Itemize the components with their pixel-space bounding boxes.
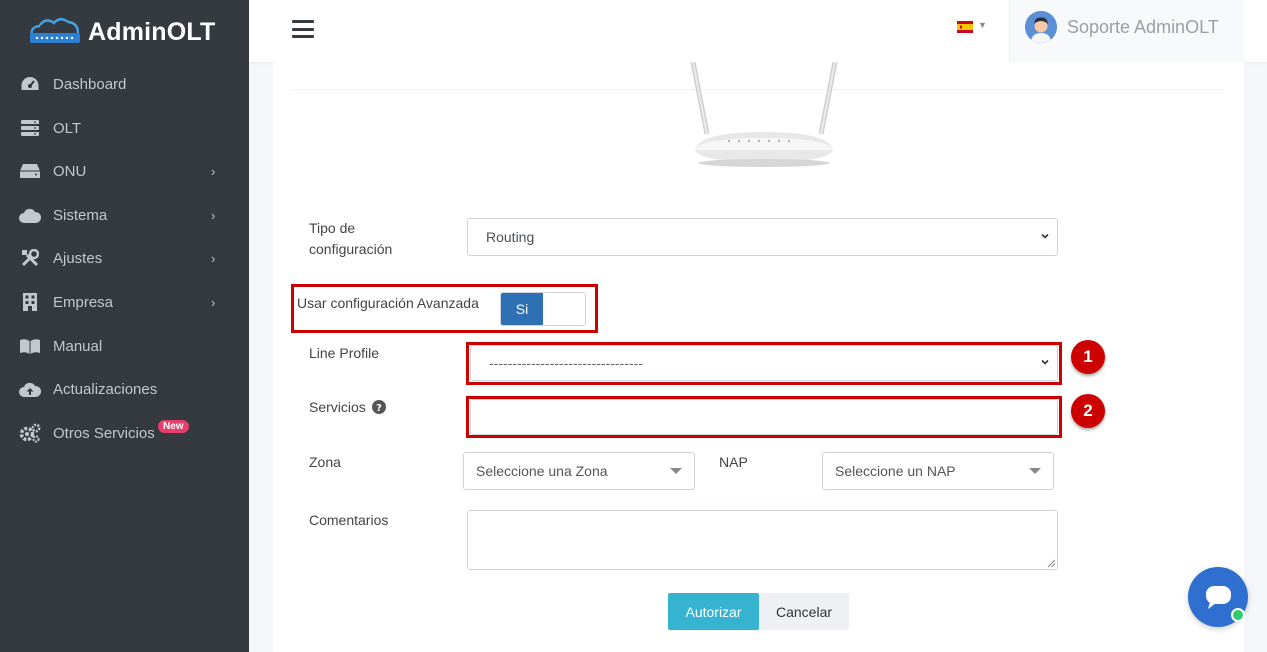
sidebar-item-label: Dashboard: [53, 75, 127, 93]
chevron-down-icon: [1041, 233, 1049, 239]
resize-handle-icon[interactable]: [1047, 559, 1055, 567]
sidebar-item-label: ONU: [53, 162, 87, 180]
authorize-button[interactable]: Autorizar: [668, 593, 759, 630]
user-name: Soporte AdminOLT: [1067, 17, 1219, 37]
help-icon[interactable]: ?: [371, 400, 386, 414]
line-profile-label: Line Profile: [309, 345, 380, 361]
toggle-on-label: Si: [501, 293, 543, 325]
chevron-down-icon[interactable]: ▼: [978, 20, 987, 30]
comentarios-label: Comentarios: [309, 512, 389, 528]
sidebar-item-label: Sistema: [53, 206, 108, 224]
caret-down-icon: [670, 468, 682, 474]
book-icon: [19, 335, 41, 357]
hdd-icon: [19, 160, 41, 182]
cloud-upload-icon: [19, 378, 41, 400]
caret-down-icon: [1029, 468, 1041, 474]
new-badge: New: [158, 420, 189, 433]
cloud-icon: [19, 204, 41, 226]
sidebar-item-label: Otros Servicios: [53, 424, 155, 442]
chevron-right-icon: ›: [211, 250, 216, 266]
onu-authorization-card: Tipo de configuración Routing Usar confi…: [273, 62, 1244, 652]
advanced-config-toggle[interactable]: Si: [500, 292, 586, 326]
sidebar-item-olt[interactable]: OLT: [0, 108, 249, 148]
dashboard-icon: [19, 73, 41, 95]
sidebar-item-empresa[interactable]: Empresa ›: [0, 282, 249, 322]
line-profile-select[interactable]: ---------------------------------: [470, 345, 1058, 381]
user-menu[interactable]: Soporte AdminOLT: [1009, 0, 1244, 62]
servicios-label: Servicios ?: [309, 397, 386, 418]
nap-label: NAP: [719, 454, 748, 470]
sidebar-item-actualizaciones[interactable]: Actualizaciones: [0, 369, 249, 409]
annotation-marker-1: 1: [1071, 340, 1105, 374]
cogs-icon: [19, 422, 41, 444]
chevron-right-icon: ›: [211, 207, 216, 223]
sidebar-item-sistema[interactable]: Sistema ›: [0, 195, 249, 235]
zona-select[interactable]: Seleccione una Zona: [463, 452, 695, 490]
topbar: ▼ Soporte AdminOLT: [249, 0, 1267, 62]
sidebar-item-ajustes[interactable]: Ajustes ›: [0, 238, 249, 278]
servicios-label-text: Servicios: [309, 399, 366, 415]
line-profile-value: ---------------------------------: [489, 355, 643, 371]
router-image: [690, 62, 838, 167]
config-type-label: Tipo de configuración: [309, 218, 392, 260]
avatar: [1025, 11, 1057, 43]
comentarios-textarea[interactable]: [467, 510, 1058, 570]
sidebar-item-manual[interactable]: Manual: [0, 326, 249, 366]
servicios-input[interactable]: [470, 399, 1058, 435]
sidebar-item-label: Empresa: [53, 293, 114, 311]
svg-text:?: ?: [376, 403, 382, 414]
config-type-label-line2: configuración: [309, 241, 393, 257]
menu-toggle-icon[interactable]: [292, 20, 314, 38]
sidebar-item-dashboard[interactable]: Dashboard: [0, 64, 249, 104]
chevron-right-icon: ›: [211, 294, 216, 310]
sidebar-item-label: OLT: [53, 119, 82, 137]
nap-placeholder: Seleccione un NAP: [835, 463, 956, 479]
brand-logo[interactable]: AdminOLT: [28, 14, 216, 50]
spain-flag-icon[interactable]: [957, 21, 973, 33]
cancel-button[interactable]: Cancelar: [759, 593, 849, 630]
online-status-indicator: [1231, 608, 1245, 622]
sidebar-item-label: Actualizaciones: [53, 380, 158, 398]
building-icon: [19, 291, 41, 313]
brand-name: AdminOLT: [88, 17, 216, 46]
sidebar-item-otros-servicios[interactable]: Otros Servicios New: [0, 413, 249, 453]
sidebar-item-label: Ajustes: [53, 249, 103, 267]
config-type-value: Routing: [486, 229, 535, 245]
zona-placeholder: Seleccione una Zona: [476, 463, 608, 479]
sidebar-item-onu[interactable]: ONU ›: [0, 151, 249, 191]
sidebar: AdminOLT Dashboard OLT ONU › Sistema › A…: [0, 0, 249, 652]
config-type-select[interactable]: Routing: [467, 218, 1058, 256]
chevron-down-icon: [1041, 359, 1049, 365]
chevron-right-icon: ›: [211, 163, 216, 179]
sidebar-item-label: Manual: [53, 337, 103, 355]
server-icon: [19, 117, 41, 139]
annotation-marker-2: 2: [1071, 394, 1105, 428]
zona-label: Zona: [309, 454, 341, 470]
config-type-label-line1: Tipo de: [309, 220, 356, 236]
advanced-config-label: Usar configuración Avanzada: [297, 295, 479, 311]
tools-icon: [19, 247, 41, 269]
cloud-network-icon: [30, 18, 80, 43]
nap-select[interactable]: Seleccione un NAP: [822, 452, 1054, 490]
